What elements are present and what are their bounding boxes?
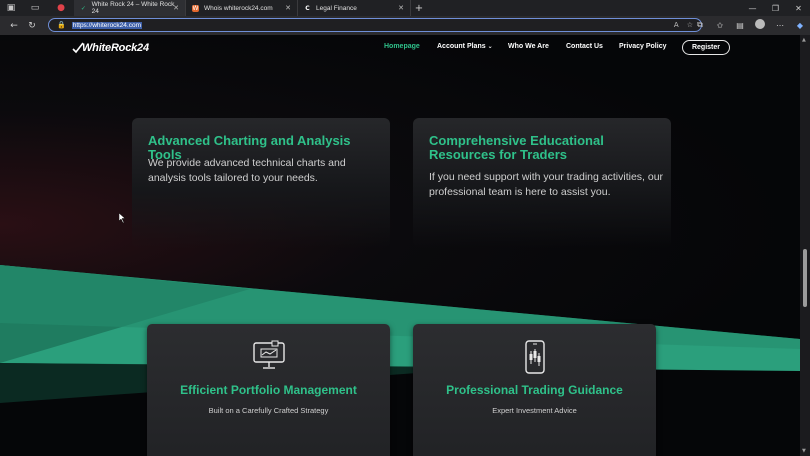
whois-favicon-icon: W [192,4,199,12]
nav-privacy-policy[interactable]: Privacy Policy [619,43,666,50]
decorative-green-wave [0,265,800,456]
scroll-up-icon[interactable]: ▲ [802,37,806,43]
nav-homepage[interactable]: Homepage [384,43,420,50]
feature-card-guidance: Professional Trading Guidance Expert Inv… [413,324,656,456]
site-logo[interactable]: WhiteRock24 [72,40,149,56]
url-text[interactable]: https://whiterock24.com [71,21,142,29]
feature-title: Efficient Portfolio Management [180,383,357,397]
feature-card-education: Comprehensive Educational Resources for … [413,118,671,248]
feature-text: We provide advanced technical charts and… [148,157,346,184]
nav-contact-us[interactable]: Contact Us [566,43,603,50]
scroll-down-icon[interactable]: ▼ [802,448,806,454]
window-controls: — ❐ ✕ [741,0,810,16]
feature-card-charting: Advanced Charting and Analysis Tools We … [132,118,390,248]
close-window-icon[interactable]: ✕ [787,0,810,16]
browser-window: ▣ ▭ ● ✓ White Rock 24 – White Rock 24 ✕ … [0,0,810,456]
tab-label: White Rock 24 – White Rock 24 [91,1,175,15]
extensions-icon[interactable]: ⧉ [690,20,710,30]
nav-who-we-are[interactable]: Who We Are [508,43,549,50]
feature-subtitle: Expert Investment Advice [492,406,577,415]
feature-text: If you need support with your trading ac… [429,171,664,198]
tab-actions-icon[interactable]: ▭ [28,1,42,15]
tab-whois[interactable]: W Whois whiterock24.com ✕ [186,0,298,16]
feature-card-portfolio: Efficient Portfolio Management Built on … [147,324,390,456]
legal-finance-favicon-icon: C [305,4,310,12]
nav-account-plans-label: Account Plans [437,43,486,50]
feature-title: Comprehensive Educational Resources for … [429,133,604,162]
logo-text: WhiteRock24 [82,42,149,54]
media-icon[interactable]: ● [54,1,68,15]
nav-account-plans[interactable]: Account Plans ⌄ [437,43,493,50]
copilot-icon[interactable]: ◆ [790,21,810,30]
whiterock-favicon-icon: ✓ [80,4,86,12]
new-tab-button[interactable]: + [411,0,427,16]
tab-label: Whois whiterock24.com [204,4,273,12]
more-menu-icon[interactable]: ⋯ [770,21,790,30]
collections-icon[interactable]: ▤ [730,21,750,30]
minimize-icon[interactable]: — [741,0,764,16]
tab-strip: ▣ ▭ ● ✓ White Rock 24 – White Rock 24 ✕ … [0,0,810,16]
chevron-down-icon: ⌄ [487,43,493,50]
mobile-candlestick-icon [524,340,545,374]
address-toolbar: ← ↻ 🔒 https://whiterock24.com A ☆ ⧉ ✩ ▤ … [0,16,810,35]
close-tab-icon[interactable]: ✕ [173,4,179,12]
favorites-icon[interactable]: ✩ [710,21,730,30]
page-viewport: WhiteRock24 Homepage Account Plans ⌄ Who… [0,35,800,456]
close-tab-icon[interactable]: ✕ [285,4,291,12]
page-scrollbar[interactable]: ▲ ▼ [800,35,810,456]
feature-subtitle: Built on a Carefully Crafted Strategy [208,406,329,415]
scrollbar-thumb[interactable] [803,249,807,307]
back-icon[interactable]: ← [6,18,22,34]
monitor-chart-icon [252,340,285,369]
tab-label: Legal Finance [316,4,357,12]
refresh-icon[interactable]: ↻ [24,18,40,34]
lock-icon[interactable]: 🔒 [57,21,66,29]
close-tab-icon[interactable]: ✕ [398,4,404,12]
maximize-icon[interactable]: ❐ [764,0,787,16]
feature-title: Professional Trading Guidance [446,383,623,397]
register-button[interactable]: Register [682,40,730,55]
tab-whiterock[interactable]: ✓ White Rock 24 – White Rock 24 ✕ [74,0,186,16]
workspaces-icon[interactable]: ▣ [4,1,18,15]
tab-legal-finance[interactable]: C Legal Finance ✕ [298,0,411,16]
site-header: WhiteRock24 Homepage Account Plans ⌄ Who… [0,35,800,61]
address-bar[interactable]: 🔒 https://whiterock24.com A ☆ [48,18,702,32]
mouse-cursor-icon [119,213,126,223]
browser-tools: ⧉ ✩ ▤ ⋯ ◆ [690,17,810,33]
profile-avatar[interactable] [750,19,770,31]
read-aloud-icon[interactable]: A [674,21,679,29]
